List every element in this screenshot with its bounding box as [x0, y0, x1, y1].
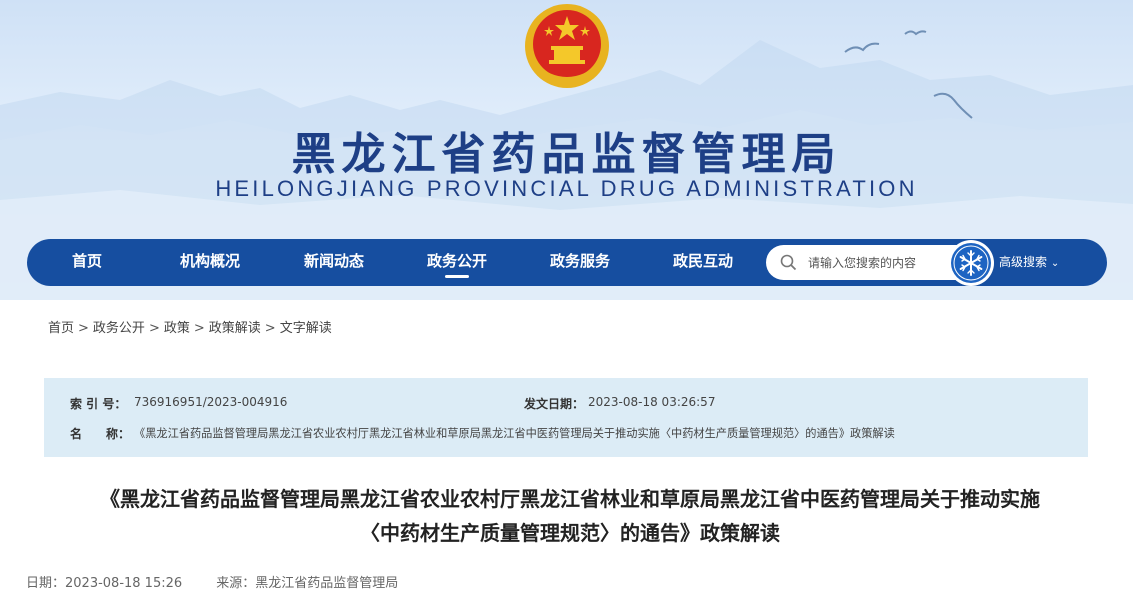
article-source: 来源：黑龙江省药品监督管理局 [216, 576, 399, 591]
search-input[interactable] [808, 245, 958, 280]
breadcrumb-separator: > [148, 321, 160, 336]
article-date: 日期：2023-08-18 15:26 [26, 576, 183, 591]
date-value: 2023-08-18 03:26:57 [588, 395, 716, 409]
nav-item-gov-affairs-open[interactable]: 政务公开 [407, 239, 507, 286]
name-value: 《黑龙江省药品监督管理局黑龙江省农业农村厅黑龙江省林业和草原局黑龙江省中医药管理… [134, 427, 895, 440]
nav-item-interaction[interactable]: 政民互动 [653, 239, 753, 286]
breadcrumb-item-home[interactable]: 首页 [48, 321, 74, 336]
breadcrumb-item-policy-interpretation[interactable]: 政策解读 [209, 321, 261, 336]
date-label: 发文日期： [524, 397, 585, 411]
index-value: 736916951/2023-004916 [134, 395, 288, 409]
search-button[interactable] [948, 240, 994, 286]
breadcrumb-separator: > [78, 321, 89, 336]
advanced-search-label: 高级搜索 [999, 255, 1048, 269]
breadcrumb-item-text-interpretation[interactable]: 文字解读 [280, 321, 332, 336]
name-label: 名 称： [70, 427, 131, 441]
article-title-line1: 《黑龙江省药品监督管理局黑龙江省农业农村厅黑龙江省林业和草原局黑龙江省中医药管理… [100, 487, 1040, 511]
search-box [766, 245, 966, 280]
nav-item-organization[interactable]: 机构概况 [160, 239, 260, 286]
breadcrumb-item-gov-affairs-open[interactable]: 政务公开 [93, 321, 145, 336]
search-icon [780, 254, 797, 271]
nav-item-news[interactable]: 新闻动态 [284, 239, 384, 286]
document-info-box: 索 引 号： 736916951/2023-004916 发文日期： 2023-… [44, 378, 1088, 457]
national-emblem-icon [525, 4, 609, 88]
chevron-down-icon: ⌄ [1050, 258, 1060, 269]
article-meta: 日期：2023-08-18 15:26 来源：黑龙江省药品监督管理局 [26, 572, 398, 591]
breadcrumb-separator: > [264, 321, 276, 336]
site-title: 黑龙江省药品监督管理局 [291, 129, 842, 180]
main-nav: 首页 机构概况 新闻动态 政务公开 政务服务 政民互动 请输入您搜索的内容 高级… [27, 239, 1107, 286]
index-label: 索 引 号： [70, 397, 127, 411]
breadcrumb: 首页 > 政务公开 > 政策 > 政策解读 > 文字解读 [48, 317, 335, 336]
nav-item-home[interactable]: 首页 [37, 239, 137, 286]
breadcrumb-item-policy[interactable]: 政策 [164, 321, 190, 336]
site-subtitle: HEILONGJIANG PROVINCIAL DRUG ADMINISTRAT… [215, 176, 918, 201]
nav-item-gov-services[interactable]: 政务服务 [530, 239, 630, 286]
advanced-search-link[interactable]: 高级搜索 ⌄ [999, 239, 1059, 286]
breadcrumb-separator: > [193, 321, 205, 336]
snowflake-icon [951, 243, 991, 283]
article-title: 《黑龙江省药品监督管理局黑龙江省农业农村厅黑龙江省林业和草原局黑龙江省中医药管理… [30, 482, 1110, 550]
article-title-line2: 〈中药材生产质量管理规范〉的通告》政策解读 [360, 521, 780, 545]
